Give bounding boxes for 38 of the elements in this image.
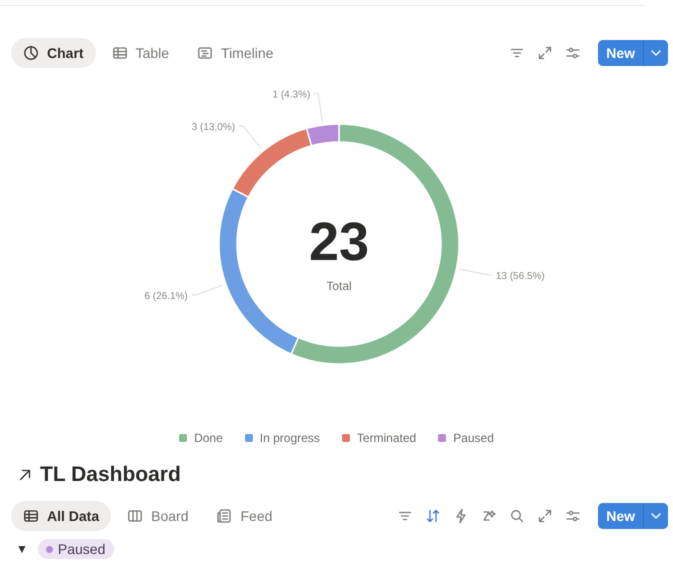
- view-tab[interactable]: All Data: [11, 501, 112, 531]
- dropdown-button[interactable]: [643, 503, 668, 529]
- total-label: Total: [326, 279, 352, 293]
- legend-label: Paused: [453, 431, 494, 445]
- table-icon: [112, 45, 128, 61]
- total-value: 23: [308, 212, 370, 272]
- leader-line: [238, 126, 262, 150]
- sliders-icon: [565, 508, 582, 524]
- leader-line: [191, 284, 224, 296]
- leader-line: [314, 92, 323, 123]
- legend-label: Done: [194, 431, 223, 445]
- feed-icon: [216, 508, 232, 524]
- legend-label: Terminated: [356, 431, 416, 445]
- collapse-toggle[interactable]: ▼: [14, 542, 30, 556]
- legend-label: In progress: [260, 431, 320, 445]
- data-label: 3 (13.0%): [192, 122, 236, 134]
- arrow-icon: [17, 467, 33, 483]
- timeline-icon: [197, 45, 214, 61]
- view-tab[interactable]: Chart: [11, 38, 96, 68]
- view-tab[interactable]: Feed: [204, 501, 284, 531]
- dropdown-button[interactable]: [643, 40, 668, 66]
- expand-icon: [537, 45, 554, 61]
- view-tab[interactable]: Board: [115, 501, 200, 531]
- view-tab[interactable]: Timeline: [185, 38, 286, 68]
- page-title: TL Dashboard: [40, 463, 181, 487]
- status-label: Paused: [58, 541, 106, 557]
- table-icon: [23, 508, 39, 524]
- data-label: 6 (26.1%): [144, 290, 188, 302]
- view-tab[interactable]: Table: [100, 38, 182, 68]
- data-label: 13 (56.5%): [496, 270, 545, 282]
- expand-icon: [537, 508, 554, 524]
- data-label: 1 (4.3%): [272, 89, 310, 100]
- pie-chart-icon: [23, 45, 39, 61]
- leader-line: [458, 268, 492, 276]
- search-icon: [509, 508, 526, 524]
- sliders-icon: [565, 45, 582, 61]
- sort-icon: [425, 508, 442, 524]
- board-icon: [127, 508, 144, 524]
